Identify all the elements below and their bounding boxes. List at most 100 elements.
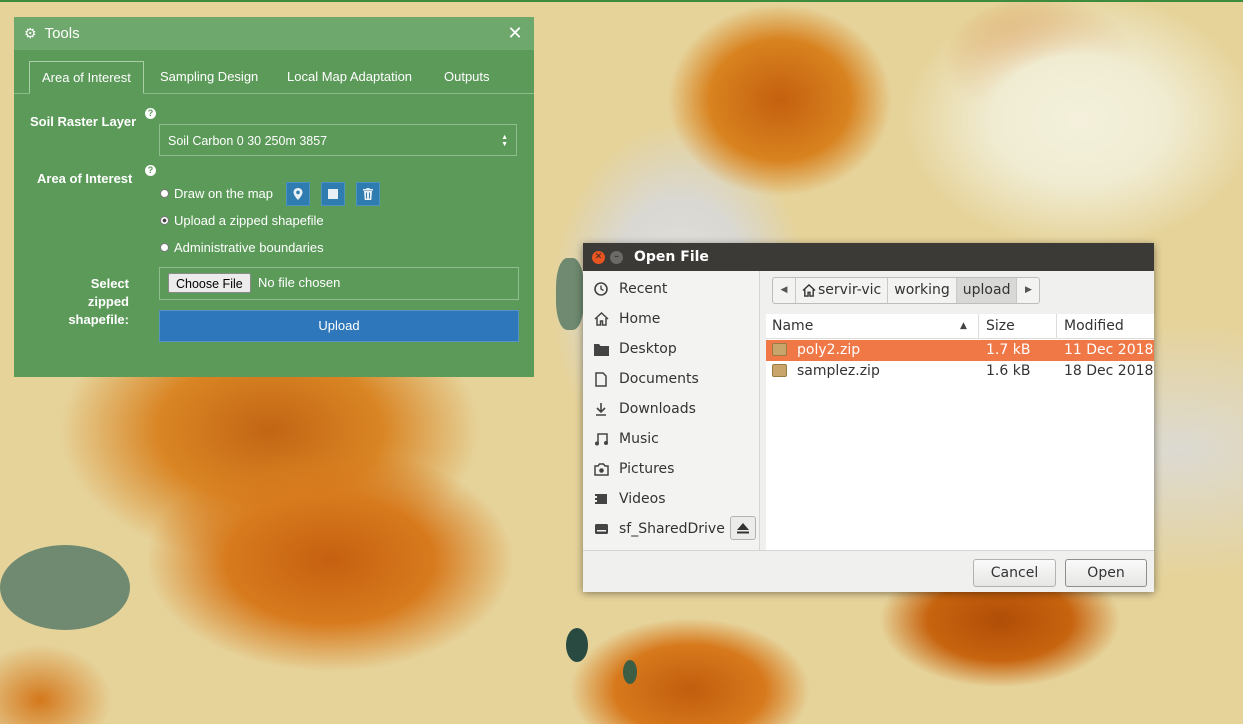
choose-file-button[interactable]: Choose File — [168, 273, 251, 293]
tools-title: Tools — [44, 25, 80, 42]
music-icon — [593, 431, 609, 447]
tools-header: ⚙ Tools ✕ — [14, 17, 534, 50]
breadcrumb-working[interactable]: working — [888, 278, 957, 303]
breadcrumb-servir-vic[interactable]: servir-vic — [796, 278, 889, 303]
cancel-button[interactable]: Cancel — [973, 559, 1056, 587]
place-documents[interactable]: Documents — [593, 367, 699, 391]
place-label: sf_SharedDrive — [619, 521, 725, 537]
delete-tool-button[interactable] — [356, 182, 380, 206]
places-sidebar: Recent Home Desktop Documents Downloads … — [583, 271, 760, 550]
window-close-icon[interactable]: ✕ — [592, 250, 605, 264]
radio-button-selected[interactable] — [160, 216, 169, 225]
place-shared-drive[interactable]: sf_SharedDrive — [593, 517, 725, 541]
map-water-feature — [556, 258, 584, 330]
select-shapefile-label: Select zipped shapefile: — [47, 275, 129, 329]
eject-button[interactable] — [730, 516, 756, 540]
place-desktop[interactable]: Desktop — [593, 337, 677, 361]
breadcrumb-forward-button[interactable]: ▶ — [1017, 278, 1039, 303]
place-videos[interactable]: Videos — [593, 487, 666, 511]
place-label: Documents — [619, 371, 699, 387]
rectangle-tool-button[interactable] — [321, 182, 345, 206]
file-name: samplez.zip — [797, 363, 880, 379]
place-label: Recent — [619, 281, 668, 297]
camera-icon — [593, 461, 609, 477]
place-label: Videos — [619, 491, 666, 507]
select-arrows-icon: ▲ ▼ — [501, 134, 508, 148]
file-modified: 18 Dec 2018 — [1064, 363, 1154, 379]
drive-icon — [593, 521, 609, 537]
option-draw-on-map[interactable]: Draw on the map — [160, 186, 273, 201]
video-icon — [593, 491, 609, 507]
column-size[interactable]: Size — [986, 314, 1015, 338]
dialog-title: Open File — [634, 249, 709, 265]
place-label: Home — [619, 311, 661, 327]
file-row-samplez[interactable]: samplez.zip 1.6 kB 18 Dec 2018 — [766, 361, 1154, 382]
open-file-dialog: ✕ – Open File Recent Home Desktop Docume… — [583, 243, 1154, 592]
option-upload-shapefile[interactable]: Upload a zipped shapefile — [160, 213, 324, 228]
soil-raster-label: Soil Raster Layer — [30, 114, 137, 129]
help-icon[interactable]: ? — [145, 165, 156, 176]
tools-panel: ⚙ Tools ✕ Area of Interest Sampling Desi… — [14, 17, 534, 377]
breadcrumb-back-button[interactable]: ◀ — [773, 278, 796, 303]
chevron-left-icon: ◀ — [780, 285, 788, 295]
option-label: Upload a zipped shapefile — [174, 213, 324, 228]
soil-raster-select[interactable]: Soil Carbon 0 30 250m 3857 ▲ ▼ — [159, 124, 517, 156]
eject-icon — [737, 522, 749, 533]
tab-sampling-design[interactable]: Sampling Design — [148, 61, 270, 92]
help-icon[interactable]: ? — [145, 108, 156, 119]
trash-icon — [363, 188, 373, 200]
window-minimize-icon[interactable]: – — [610, 250, 623, 264]
place-recent[interactable]: Recent — [593, 277, 667, 301]
file-size: 1.6 kB — [986, 363, 1031, 379]
place-label: Downloads — [619, 401, 696, 417]
place-downloads[interactable]: Downloads — [593, 397, 696, 421]
place-label: Desktop — [619, 341, 677, 357]
radio-button[interactable] — [160, 189, 169, 198]
upload-button[interactable]: Upload — [159, 310, 519, 342]
file-modified: 11 Dec 2018 — [1064, 342, 1154, 358]
map-water-feature — [0, 545, 130, 630]
file-row-poly2[interactable]: poly2.zip 1.7 kB 11 Dec 2018 — [766, 340, 1154, 361]
file-size: 1.7 kB — [986, 342, 1031, 358]
column-name[interactable]: Name — [772, 314, 813, 338]
option-admin-boundaries[interactable]: Administrative boundaries — [160, 240, 324, 255]
file-input: Choose File No file chosen — [159, 267, 519, 300]
file-list-header: Name ▲ Size Modified — [766, 314, 1154, 339]
chevron-right-icon: ▶ — [1025, 285, 1032, 295]
place-label: Music — [619, 431, 659, 447]
place-pictures[interactable]: Pictures — [593, 457, 674, 481]
map-water-feature — [623, 660, 637, 684]
archive-icon — [772, 364, 787, 377]
download-icon — [593, 401, 609, 417]
select-shapefile-label-line1: Select zipped — [87, 276, 129, 309]
breadcrumb-label: servir-vic — [818, 282, 882, 298]
folder-icon — [593, 341, 609, 357]
aoi-label: Area of Interest — [37, 171, 133, 186]
open-button[interactable]: Open — [1065, 559, 1147, 587]
tab-area-of-interest[interactable]: Area of Interest — [29, 61, 144, 94]
map-marker-icon — [293, 188, 303, 200]
document-icon — [593, 371, 609, 387]
column-modified[interactable]: Modified — [1064, 314, 1124, 338]
select-shapefile-label-line2: shapefile: — [68, 312, 129, 327]
home-icon — [593, 311, 609, 327]
column-divider — [978, 314, 979, 338]
tab-local-map-adaptation[interactable]: Local Map Adaptation — [275, 61, 424, 92]
clock-icon — [593, 281, 609, 297]
file-name: poly2.zip — [797, 342, 861, 358]
radio-button[interactable] — [160, 243, 169, 252]
place-home[interactable]: Home — [593, 307, 660, 331]
tab-outputs[interactable]: Outputs — [432, 61, 502, 92]
file-list: Name ▲ Size Modified poly2.zip 1.7 kB 11… — [766, 314, 1154, 550]
soil-raster-value: Soil Carbon 0 30 250m 3857 — [168, 134, 328, 148]
rectangle-icon — [328, 189, 338, 199]
no-file-text: No file chosen — [258, 275, 341, 290]
map-marker-tool-button[interactable] — [286, 182, 310, 206]
place-label: Pictures — [619, 461, 675, 477]
place-music[interactable]: Music — [593, 427, 659, 451]
map-water-feature — [566, 628, 588, 662]
close-icon[interactable]: ✕ — [506, 23, 524, 44]
option-label: Administrative boundaries — [174, 240, 324, 255]
archive-icon — [772, 343, 787, 356]
breadcrumb-upload[interactable]: upload — [956, 278, 1018, 303]
